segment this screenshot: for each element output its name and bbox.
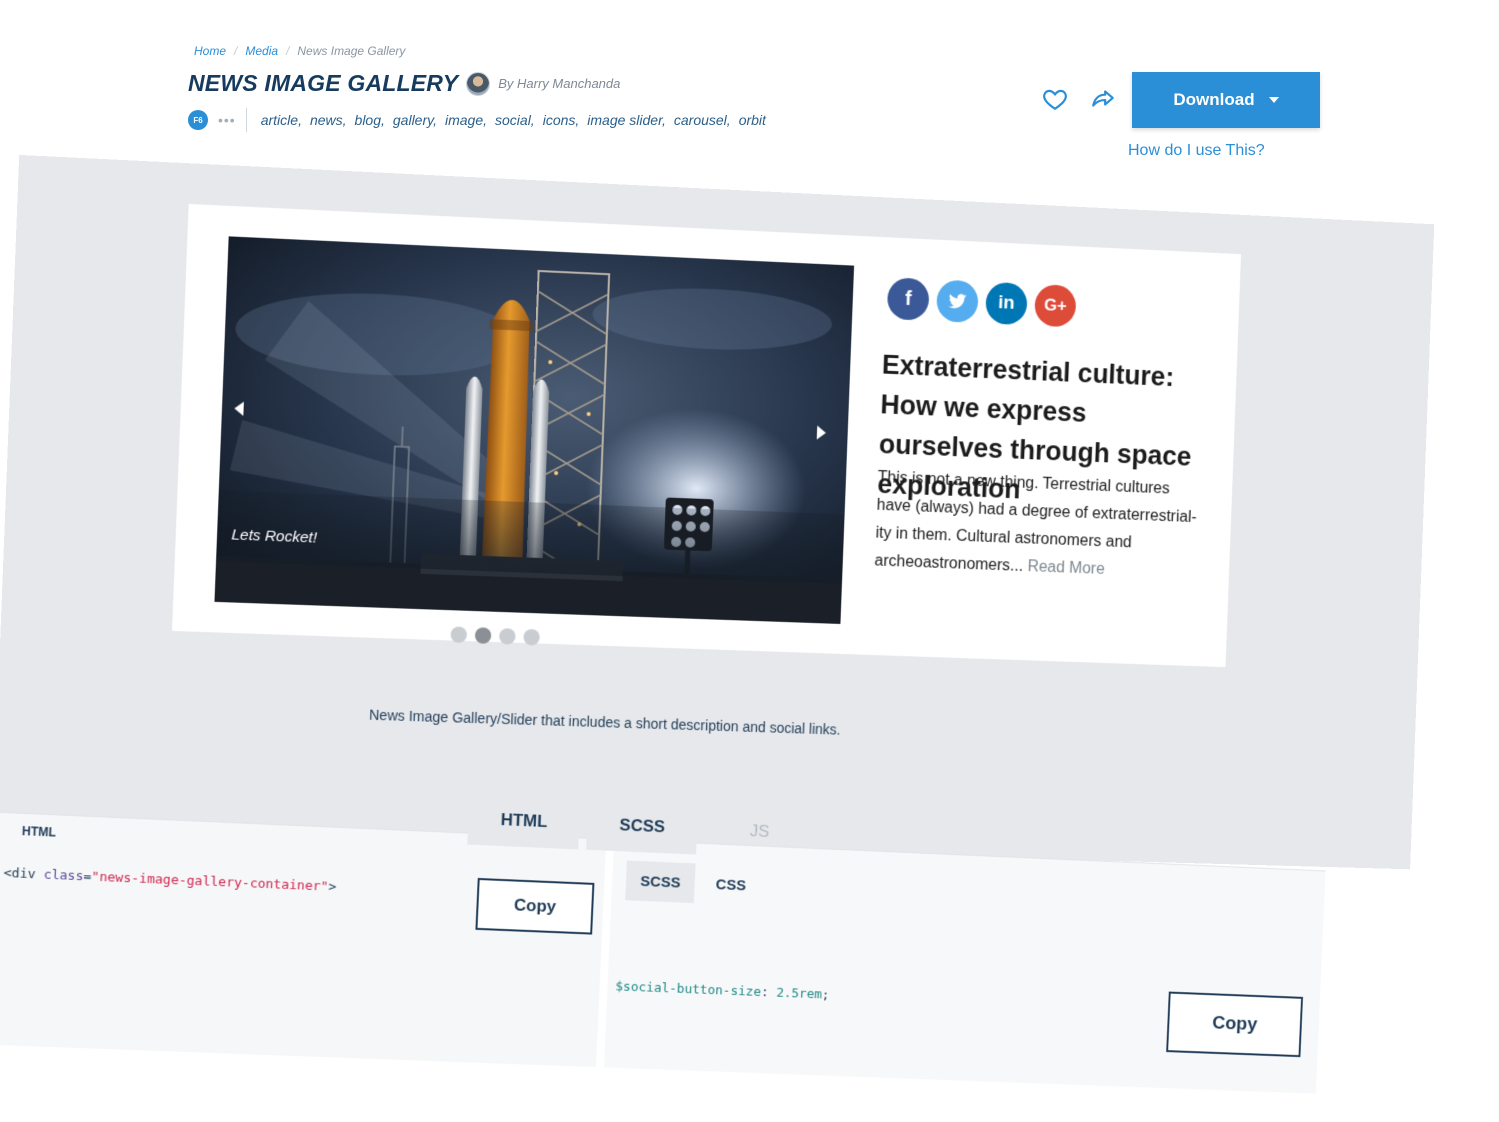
caret-down-icon [1268,97,1279,103]
tag-link[interactable]: carousel, [674,112,731,128]
header-actions: Download How do I use This? [1020,72,1320,172]
download-label: Download [1173,90,1255,109]
demo-preview: Lets Rocket! f in G+ Extraterrestrial cu… [0,154,1435,870]
subtab-css[interactable]: CSS [706,864,757,906]
code-token-variable: $social-button-size [615,979,762,1000]
code-token-tag-close: > [328,879,337,895]
tag-link[interactable]: article, [261,112,302,128]
tag-link[interactable]: social, [495,112,535,128]
copy-scss-button[interactable]: Copy [1166,991,1304,1058]
breadcrumb-home[interactable]: Home [194,44,226,58]
code-token-tag: <div [3,865,36,883]
copy-html-button[interactable]: Copy [475,877,595,935]
tags-row: F6 ••• article, news, blog, gallery, ima… [188,108,766,132]
tag-link[interactable]: news, [310,112,347,128]
html-code-line: <div class="news-image-gallery-container… [3,866,336,895]
linkedin-icon[interactable]: in [985,281,1028,326]
scss-code-panel: SCSS CSS $social-button-size: 2.5rem; Co… [603,839,1326,1094]
breadcrumb: Home / Media / News Image Gallery [194,44,405,58]
slider-pagination [450,626,541,646]
tab-html[interactable]: HTML [467,792,581,850]
subtab-scss[interactable]: SCSS [625,860,696,904]
slider-dot[interactable] [498,628,516,645]
author-avatar[interactable] [466,71,491,96]
breadcrumb-separator: / [234,44,238,58]
page-header: Home / Media / News Image Gallery NEWS I… [188,40,1328,170]
share-icon[interactable] [1090,86,1116,112]
tag-link[interactable]: icons, [543,112,580,128]
previous-slide-arrow-icon[interactable] [234,401,244,416]
slide-image[interactable]: Lets Rocket! [214,236,855,624]
tags-divider [245,108,247,132]
code-token-string: "news-image-gallery-container" [91,869,329,895]
heart-icon[interactable] [1042,86,1068,112]
tag-link[interactable]: orbit [739,112,766,128]
code-token-value: 2.5rem [775,985,823,1003]
tag-link[interactable]: image slider, [587,112,666,128]
breadcrumb-media[interactable]: Media [245,44,278,58]
how-to-use-link[interactable]: How do I use This? [1128,142,1265,160]
tab-js[interactable]: JS [704,803,815,859]
more-dots-icon[interactable]: ••• [218,112,236,128]
scss-code-line: $social-button-size: 2.5rem; [615,979,830,1002]
slider-dot[interactable] [450,626,468,644]
read-more-link[interactable]: Read More [1027,558,1105,578]
tab-scss[interactable]: SCSS [586,798,699,855]
code-token-attr: class [35,867,84,885]
tag-link[interactable]: image, [445,112,487,128]
slide-caption: Lets Rocket! [231,526,318,547]
html-panel-label: HTML [21,823,57,840]
page-title: NEWS IMAGE GALLERY [188,70,459,96]
download-button[interactable]: Download [1132,72,1320,128]
title-row: NEWS IMAGE GALLERY By Harry Manchanda [188,70,620,97]
article-excerpt: This is not a new thing. Terrestrial cul… [874,464,1201,587]
twitter-bird-glyph [948,293,967,309]
author-name[interactable]: By Harry Manchanda [498,76,620,91]
code-section: HTML <div class="news-image-gallery-cont… [0,771,1339,1122]
next-slide-arrow-icon[interactable] [816,425,827,440]
tag-list: article, news, blog, gallery, image, soc… [261,112,766,128]
tag-link[interactable]: gallery, [393,112,437,128]
google-plus-icon[interactable]: G+ [1034,284,1077,328]
twitter-icon[interactable] [935,279,979,324]
html-code-panel: HTML <div class="news-image-gallery-cont… [0,811,607,1068]
social-links: f in G+ [886,277,1077,328]
breadcrumb-separator: / [286,44,290,58]
breadcrumb-current: News Image Gallery [297,44,406,58]
news-gallery-card: Lets Rocket! f in G+ Extraterrestrial cu… [172,203,1242,668]
slider-dot-active[interactable] [474,627,492,644]
slider-dot[interactable] [523,628,541,646]
code-token-colon: : [760,985,777,1001]
code-token-semicolon: ; [821,987,830,1003]
foundation-version-badge: F6 [188,110,208,130]
facebook-icon[interactable]: f [886,277,930,321]
tag-link[interactable]: blog, [355,112,385,128]
